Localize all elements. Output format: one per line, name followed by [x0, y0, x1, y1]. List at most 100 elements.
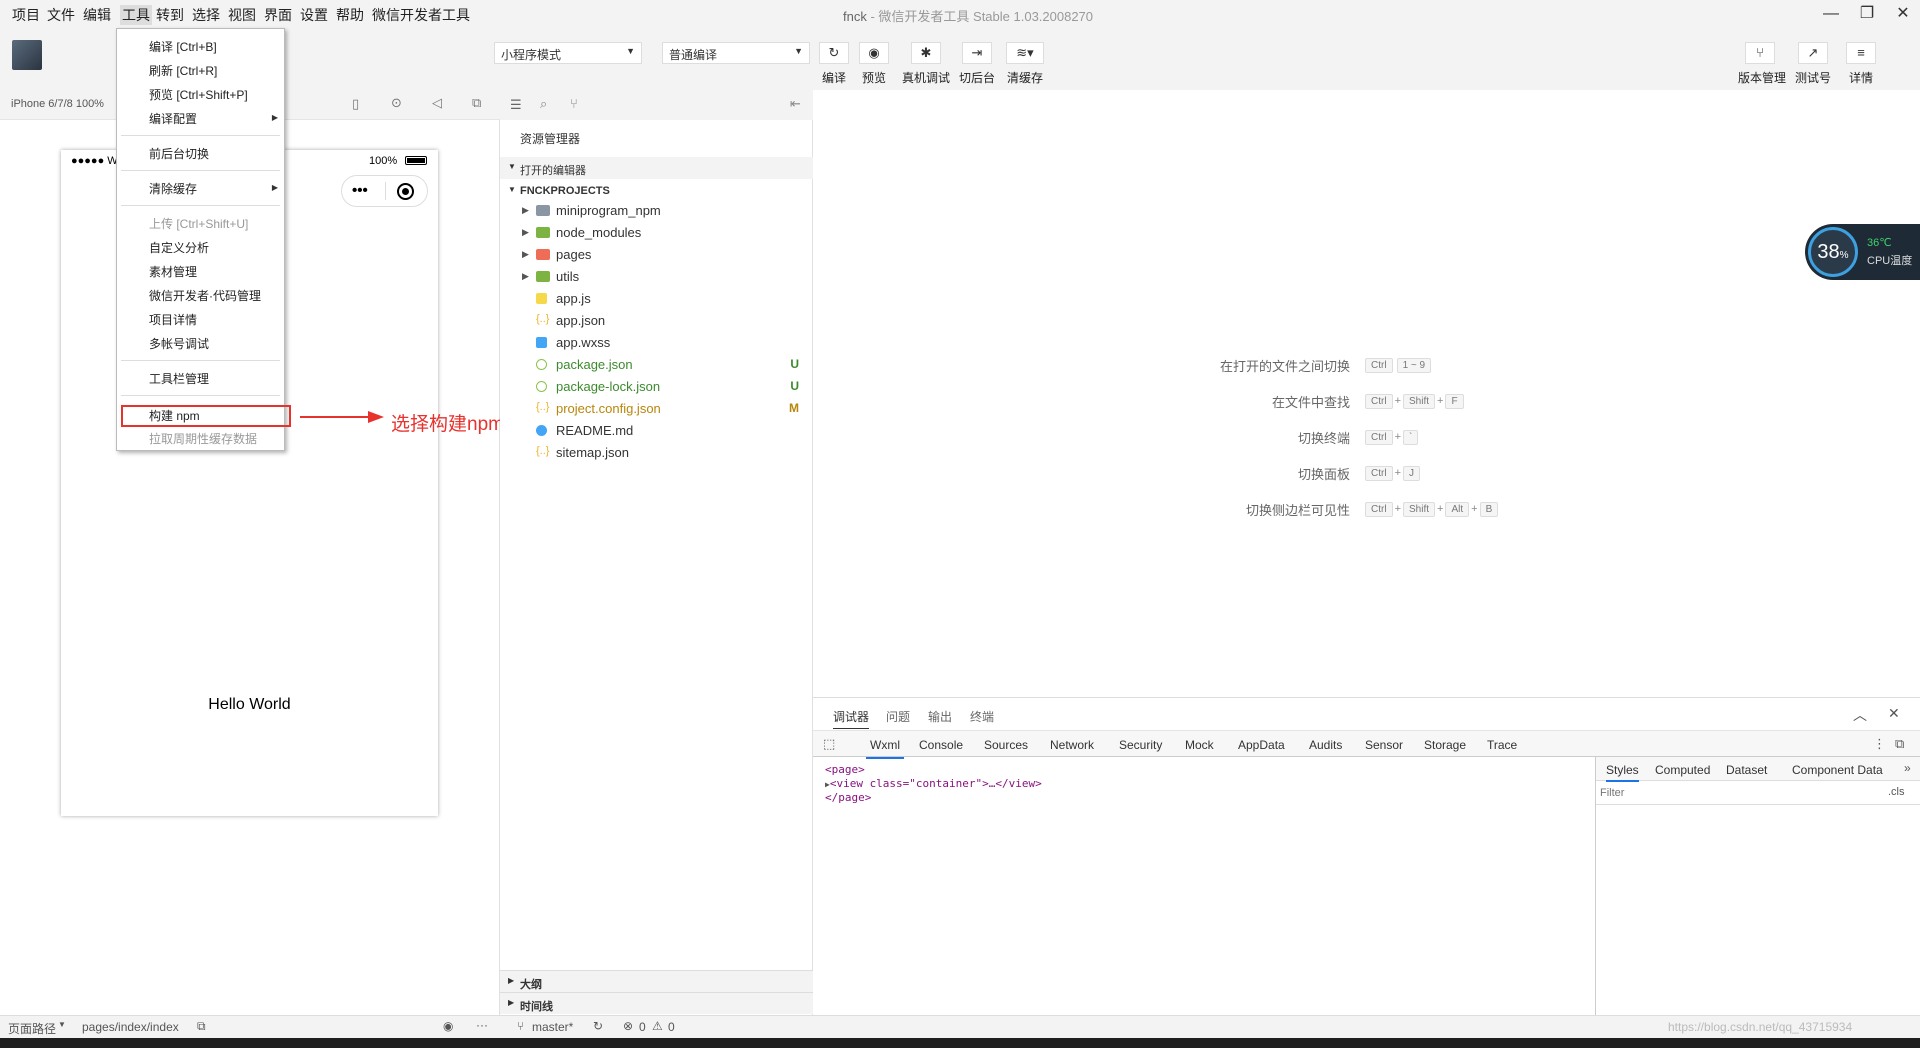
tab-security[interactable]: Security	[1119, 738, 1162, 752]
dock-icon[interactable]: ⧉	[1895, 736, 1904, 752]
menu-item-multi-account-debug[interactable]: 多帐号调试	[149, 335, 209, 352]
tab-trace[interactable]: Trace	[1487, 738, 1517, 752]
tab-wxml[interactable]: Wxml	[866, 738, 904, 759]
menu-wechat-devtools[interactable]: 微信开发者工具	[372, 5, 470, 25]
copy-icon[interactable]: ⧉	[197, 1019, 206, 1034]
avatar[interactable]	[12, 40, 42, 70]
compile-button[interactable]: ↻	[819, 42, 849, 64]
details-button[interactable]: ≡	[1846, 42, 1876, 64]
styles-filter-input[interactable]	[1600, 784, 1840, 802]
tree-item-package-lock-json[interactable]: package-lock.json U	[500, 376, 813, 398]
menu-settings[interactable]: 设置	[300, 5, 328, 25]
timeline-section[interactable]: ▶ 时间线	[500, 992, 813, 1014]
menu-item-asset-management[interactable]: 素材管理	[149, 263, 197, 280]
tree-item-project-config-json[interactable]: {..} project.config.json M	[500, 398, 813, 420]
menu-select[interactable]: 选择	[192, 5, 220, 25]
search-icon[interactable]: ⌕	[540, 96, 547, 112]
phone-icon[interactable]: ▯	[352, 96, 359, 112]
list-icon[interactable]: ☰	[510, 97, 522, 113]
git-branch[interactable]: master*	[532, 1020, 573, 1034]
inspect-icon[interactable]: ⬚	[823, 736, 835, 752]
tab-console[interactable]: Console	[919, 738, 963, 752]
wxml-line[interactable]: <page>	[825, 763, 865, 776]
tab-appdata[interactable]: AppData	[1238, 738, 1285, 752]
more-tabs-icon[interactable]: »	[1904, 761, 1911, 775]
menu-edit[interactable]: 编辑	[83, 5, 111, 25]
tree-item-app-wxss[interactable]: app.wxss	[500, 332, 813, 354]
popout-icon[interactable]: ⧉	[472, 95, 481, 111]
menu-file[interactable]: 文件	[47, 5, 75, 25]
sync-icon[interactable]: ↻	[593, 1019, 603, 1033]
close-icon[interactable]: ✕	[1888, 705, 1900, 722]
menu-help[interactable]: 帮助	[336, 5, 364, 25]
menu-interface[interactable]: 界面	[264, 5, 292, 25]
menu-goto[interactable]: 转到	[156, 5, 184, 25]
tree-item-pages[interactable]: ▶ pages	[500, 244, 813, 266]
tree-item-package-json[interactable]: package.json U	[500, 354, 813, 376]
tab-storage[interactable]: Storage	[1424, 738, 1466, 752]
close-miniprogram-icon[interactable]	[397, 183, 414, 200]
menu-item-refresh[interactable]: 刷新 [Ctrl+R]	[149, 62, 217, 79]
tree-item-sitemap-json[interactable]: {..} sitemap.json	[500, 442, 813, 464]
menu-item-compile-config[interactable]: 编译配置	[149, 110, 197, 127]
error-count[interactable]: 0	[639, 1020, 646, 1034]
tree-item-node-modules[interactable]: ▶ node_modules	[500, 222, 813, 244]
preview-button[interactable]: ◉	[859, 42, 889, 64]
clear-cache-button[interactable]: ≋▾	[1006, 42, 1044, 64]
tab-output[interactable]: 输出	[928, 708, 952, 725]
minimize-icon[interactable]: —	[1816, 2, 1846, 26]
wxml-line[interactable]: ▶<view class="container">…</view>	[825, 777, 1042, 790]
open-editors-section[interactable]: ▼ 打开的编辑器	[500, 157, 813, 179]
tab-problems[interactable]: 问题	[886, 708, 910, 725]
compile-mode-select[interactable]: 普通编译 ▼	[662, 42, 810, 64]
tree-item-app-js[interactable]: app.js	[500, 288, 813, 310]
tab-mock[interactable]: Mock	[1185, 738, 1214, 752]
menu-item-clear-cache[interactable]: 清除缓存	[149, 180, 197, 197]
kebab-menu-icon[interactable]: ⋮	[1873, 736, 1886, 752]
menu-item-compile[interactable]: 编译 [Ctrl+B]	[149, 38, 217, 55]
tab-component-data[interactable]: Component Data	[1792, 763, 1883, 777]
page-path-label[interactable]: 页面路径	[8, 1020, 56, 1037]
test-account-button[interactable]: ↗	[1798, 42, 1828, 64]
cls-toggle[interactable]: .cls	[1888, 786, 1905, 798]
restore-icon[interactable]: ❐	[1852, 2, 1882, 26]
mode-select[interactable]: 小程序模式 ▼	[494, 42, 642, 64]
wxml-line[interactable]: </page>	[825, 791, 871, 804]
menu-item-fg-bg-switch[interactable]: 前后台切换	[149, 145, 209, 162]
tab-terminal[interactable]: 终端	[970, 708, 994, 725]
chevron-up-icon[interactable]: ︿	[1853, 705, 1867, 725]
more-icon[interactable]: ···	[476, 1018, 488, 1032]
remote-debug-button[interactable]: ✱	[911, 42, 941, 64]
cpu-widget[interactable]: 38% 36℃ CPU温度	[1805, 224, 1920, 280]
menu-item-custom-analysis[interactable]: 自定义分析	[149, 239, 209, 256]
background-switch-button[interactable]: ⇥	[962, 42, 992, 64]
collapse-panel-icon[interactable]: ⇤	[790, 96, 801, 112]
more-icon[interactable]: •••	[352, 182, 368, 199]
record-icon[interactable]: ⊙	[391, 95, 402, 111]
tab-audits[interactable]: Audits	[1309, 738, 1342, 752]
tree-item-utils[interactable]: ▶ utils	[500, 266, 813, 288]
warning-count[interactable]: 0	[668, 1020, 675, 1034]
volume-icon[interactable]: ◁	[432, 95, 442, 111]
tab-debugger[interactable]: 调试器	[833, 708, 870, 729]
menu-item-project-details[interactable]: 项目详情	[149, 311, 197, 328]
menu-item-preview[interactable]: 预览 [Ctrl+Shift+P]	[149, 86, 248, 103]
close-icon[interactable]: ✕	[1888, 2, 1918, 26]
tab-styles[interactable]: Styles	[1606, 763, 1639, 782]
git-icon[interactable]: ⑂	[570, 96, 578, 111]
menu-item-code-management[interactable]: 微信开发者·代码管理	[149, 287, 261, 304]
tab-sensor[interactable]: Sensor	[1365, 738, 1403, 752]
menu-project[interactable]: 项目	[12, 5, 40, 25]
version-control-button[interactable]: ⑂	[1745, 42, 1775, 64]
device-select[interactable]: iPhone 6/7/8 100%	[11, 98, 104, 110]
tree-item-readme-md[interactable]: README.md	[500, 420, 813, 442]
project-section[interactable]: ▼ FNCKPROJECTS	[500, 180, 813, 202]
tab-dataset[interactable]: Dataset	[1726, 763, 1767, 777]
tree-item-miniprogram-npm[interactable]: ▶ miniprogram_npm	[500, 200, 813, 222]
tab-computed[interactable]: Computed	[1655, 763, 1710, 777]
menu-view[interactable]: 视图	[228, 5, 256, 25]
tab-sources[interactable]: Sources	[984, 738, 1028, 752]
menu-tools[interactable]: 工具	[120, 5, 152, 25]
tab-network[interactable]: Network	[1050, 738, 1094, 752]
menu-item-toolbar-management[interactable]: 工具栏管理	[149, 370, 209, 387]
